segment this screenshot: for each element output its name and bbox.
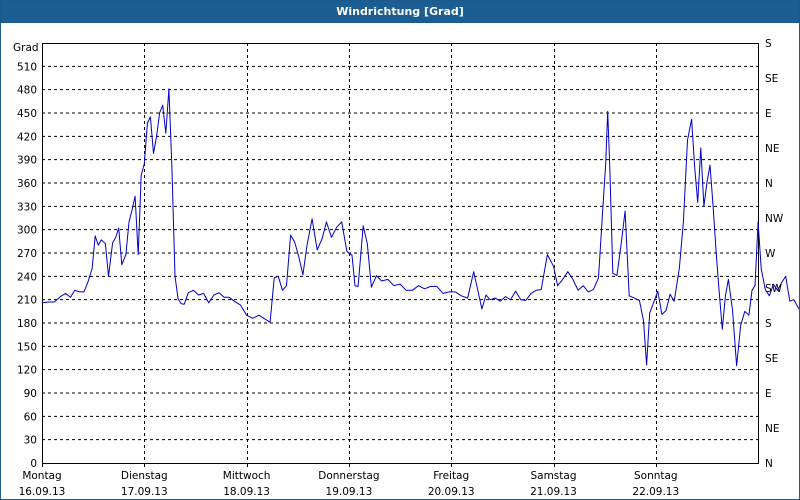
- x-tick-day: Mittwoch: [223, 470, 271, 482]
- y-tick-label: 240: [17, 271, 37, 283]
- right-tick-label: SE: [765, 353, 778, 365]
- y-tick-label: 30: [24, 435, 37, 447]
- y-tick-label: 150: [17, 341, 37, 353]
- right-tick-label: S: [765, 38, 772, 50]
- wind-direction-chart: 0 30 60 90 120 150 180 210 240 270 300 330 360 390 420…: [13, 38, 799, 498]
- y-tick-label: 450: [17, 108, 37, 120]
- x-tick-day: Sonntag: [634, 470, 678, 482]
- series-layer: [41, 88, 799, 367]
- x-tick-day: Montag: [22, 470, 61, 482]
- right-tick-label: E: [765, 388, 772, 400]
- y-tick-label: 360: [17, 178, 37, 190]
- right-tick-label: E: [765, 108, 772, 120]
- y-tick-label: 90: [24, 388, 37, 400]
- x-tick-date: 22.09.13: [632, 486, 679, 498]
- plot-area-frame: [42, 43, 759, 464]
- y-tick-label: 390: [17, 155, 37, 167]
- x-tick-date: 21.09.13: [530, 486, 577, 498]
- y-tick-label: 480: [17, 85, 37, 97]
- y-tick-labels: 0 30 60 90 120 150 180 210 240 270 300 330 360 390 420…: [17, 61, 37, 470]
- x-tick-date: 20.09.13: [428, 486, 475, 498]
- x-tick-date: 19.09.13: [326, 486, 373, 498]
- x-tick-day: Samstag: [530, 470, 576, 482]
- y-tick-label: 180: [17, 318, 37, 330]
- y-axis-label: Grad: [13, 42, 39, 54]
- x-tick-day: Dienstag: [121, 470, 168, 482]
- x-tick-date: 18.09.13: [223, 486, 270, 498]
- right-tick-label: NW: [765, 213, 784, 225]
- x-tick-day: Donnerstag: [318, 470, 379, 482]
- y-tick-label: 300: [17, 225, 37, 237]
- right-tick-label: NE: [765, 423, 780, 435]
- y-tick-label: 120: [17, 365, 37, 377]
- x-tick-day: Freitag: [433, 470, 469, 482]
- right-tick-label: N: [765, 458, 773, 470]
- right-tick-label: SE: [765, 73, 778, 85]
- plot-frame: [42, 43, 759, 464]
- right-tick-label: W: [765, 248, 776, 260]
- x-tick-labels: Montag 16.09.13 Dienstag 17.09.13 Mittwoch 18…: [19, 463, 679, 498]
- x-tick-date: 17.09.13: [121, 486, 168, 498]
- right-tick-label: NE: [765, 143, 780, 155]
- right-tick-label: SW: [765, 283, 783, 295]
- chart-window: Windrichtung [Grad] 0 30 60 90 120 150 180 210 2…: [0, 0, 800, 500]
- right-tick-label: N: [765, 178, 773, 190]
- series-line: [41, 88, 799, 367]
- y-tick-label: 510: [17, 61, 37, 73]
- grid-lines: [42, 43, 758, 463]
- right-tick-label: S: [765, 318, 772, 330]
- y-tick-label: 420: [17, 131, 37, 143]
- y-tick-label: 270: [17, 248, 37, 260]
- x-tick-date: 16.09.13: [19, 486, 66, 498]
- y-tick-label: 60: [24, 411, 37, 423]
- y-tick-label: 330: [17, 201, 37, 213]
- y-tick-label: 0: [30, 458, 37, 470]
- right-axis-labels: N NE E SE S SW W NW N NE E SE S: [765, 38, 784, 470]
- y-tick-label: 210: [17, 295, 37, 307]
